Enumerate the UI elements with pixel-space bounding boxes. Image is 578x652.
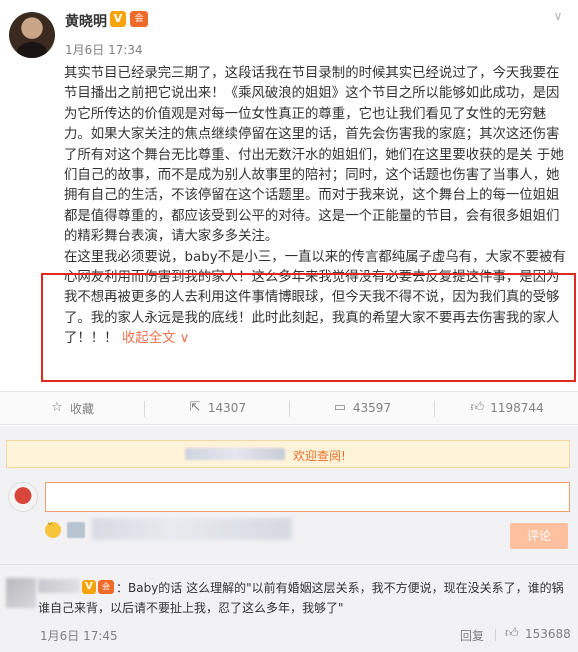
thumbs-up-icon[interactable]: 👍︎ — [505, 626, 519, 641]
blurred-username — [185, 448, 285, 460]
comment-icon: ▭ — [333, 400, 347, 415]
repost-icon: ⇱ — [189, 400, 201, 415]
reply-button[interactable]: 回复 — [460, 627, 484, 644]
comment-text-line-2: 谁自己来背，以后请不要扯上我，忍了这么多年，我够了" — [38, 601, 344, 615]
repost-button[interactable]: ⇱ 14307 — [145, 392, 289, 424]
like-count: 1198744 — [490, 401, 544, 415]
action-divider — [495, 629, 496, 641]
comment-input[interactable] — [45, 482, 570, 512]
member-badge-icon[interactable]: 会 — [130, 11, 148, 27]
member-badge-icon: 会 — [98, 580, 114, 594]
comment-text-line-1: ：Baby的话 这么理解的"以前有婚姻这层关系，我不方便说，现在没关系了，谁的锅 — [116, 581, 564, 595]
comment-like-count[interactable]: 153688 — [525, 627, 571, 641]
post-header: 黄晓明 V 会 1月6日 17:34 ∨ — [0, 0, 578, 60]
star-icon: ☆ — [51, 400, 63, 415]
post-time[interactable]: 1月6日 17:34 — [65, 41, 143, 58]
author-name[interactable]: 黄晓明 — [65, 11, 107, 31]
chevron-down-icon[interactable]: ∨ — [550, 8, 566, 24]
comment-divider — [0, 564, 578, 565]
blurred-toolbar-region — [92, 518, 292, 540]
like-button[interactable]: 👍︎ 1198744 — [435, 392, 578, 424]
commenter-avatar[interactable] — [6, 578, 36, 608]
thumbs-up-icon: 👍︎ — [470, 400, 485, 415]
emoji-icon[interactable] — [45, 520, 61, 538]
author-avatar[interactable] — [9, 12, 55, 58]
comment-button[interactable]: ▭ 43597 — [290, 392, 434, 424]
comment-count: 43597 — [352, 401, 392, 415]
highlight-annotation-box — [41, 273, 576, 382]
verified-badge-icon: V — [110, 11, 126, 27]
current-user-avatar[interactable] — [8, 482, 38, 512]
favorite-label: 收藏 — [69, 401, 94, 416]
verified-badge-icon: V — [82, 580, 96, 594]
submit-comment-button[interactable]: 评论 — [510, 523, 568, 549]
notice-text: 欢迎查阅! — [293, 449, 346, 463]
favorite-button[interactable]: ☆ 收藏 — [0, 392, 144, 424]
notice-bar: 欢迎查阅! — [6, 440, 570, 468]
blurred-commenter-name[interactable] — [38, 579, 80, 593]
repost-count: 14307 — [207, 401, 247, 415]
comment-time: 1月6日 17:45 — [40, 629, 118, 643]
image-icon[interactable] — [67, 522, 85, 538]
action-bar: ☆ 收藏 ⇱ 14307 ▭ 43597 👍︎ 1198744 — [0, 391, 578, 425]
post-paragraph-1: 其实节目已经录完三期了，这段话我在节目录制的时候其实已经说过了，今天我要在节目播… — [64, 66, 564, 245]
